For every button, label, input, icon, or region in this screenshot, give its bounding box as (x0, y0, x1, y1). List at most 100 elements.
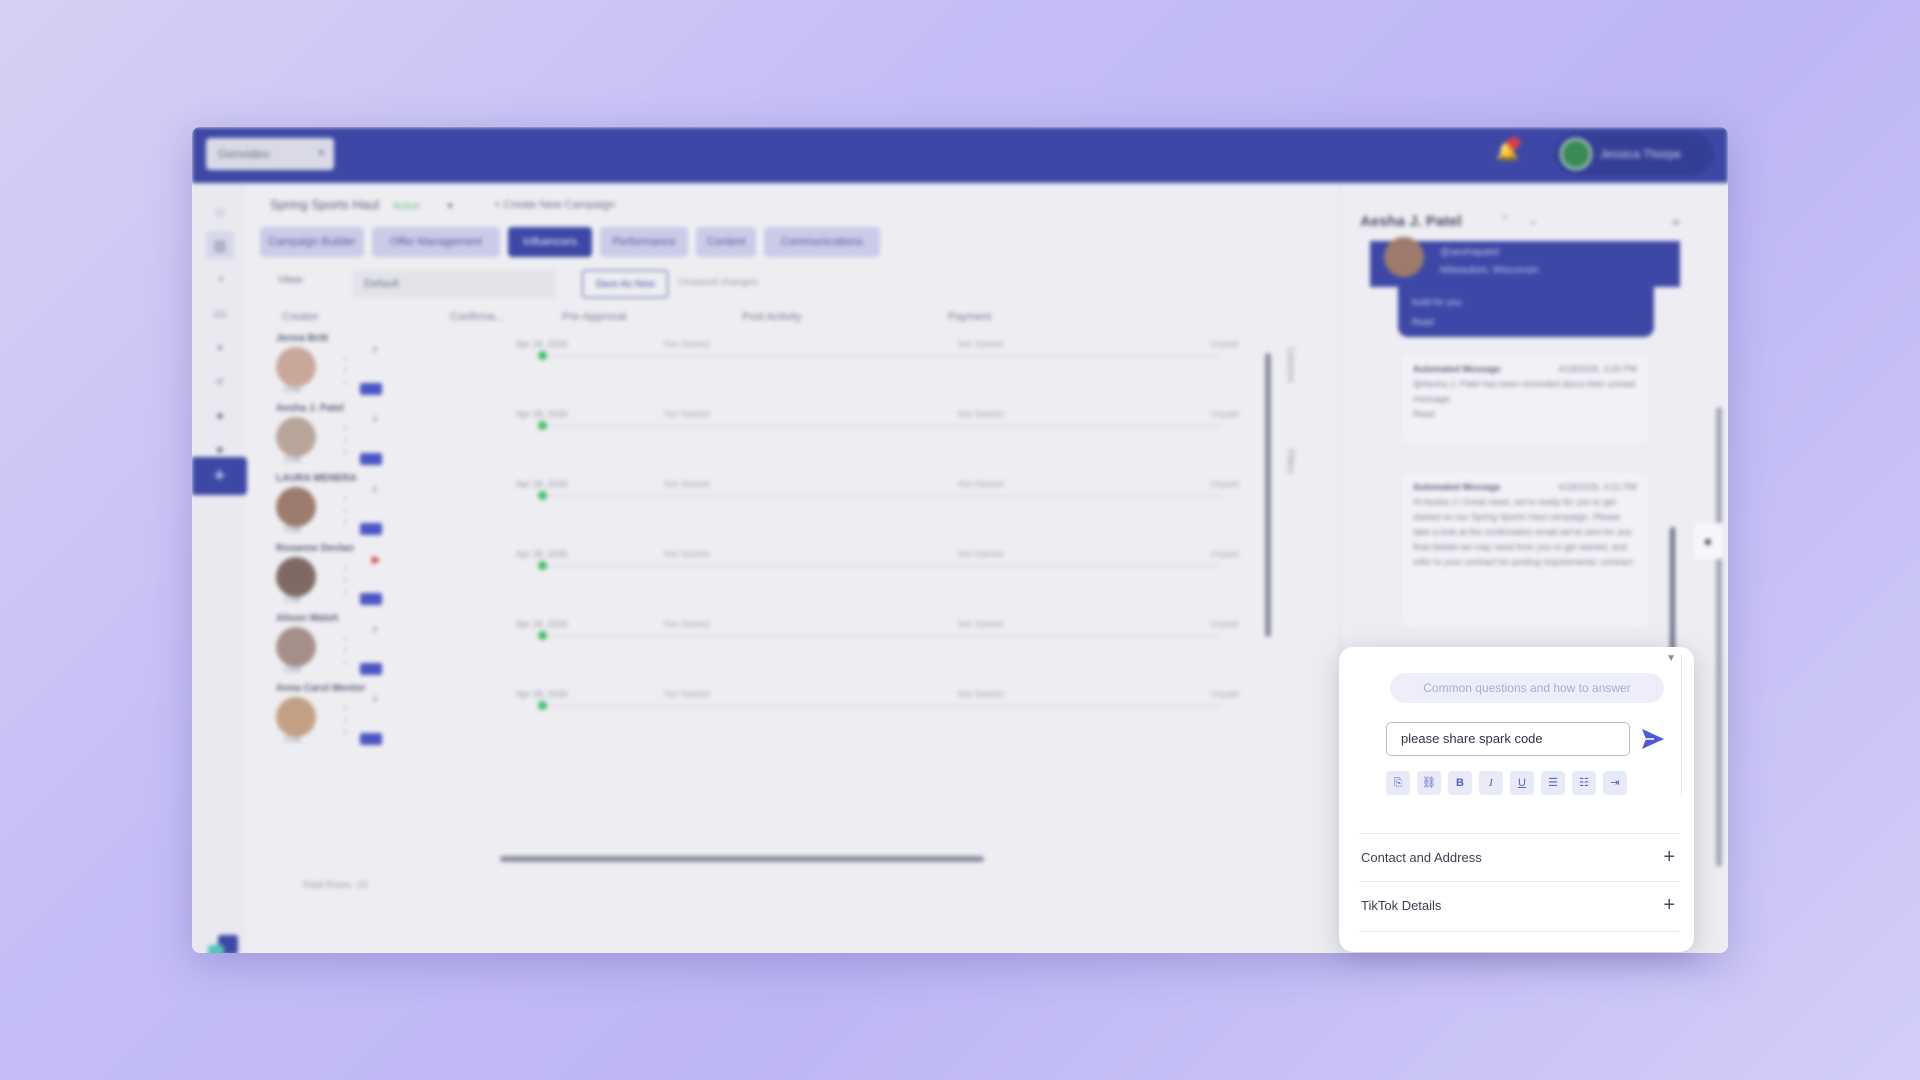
plus-icon[interactable]: + (1663, 893, 1675, 917)
progress-track (542, 495, 1222, 497)
tab-offer-management[interactable]: Offer Management (372, 227, 500, 257)
status-badge (360, 733, 382, 745)
accordion-tiktok-details[interactable]: TikTok Details + (1359, 881, 1679, 930)
influencer-table: Creator Confirma... Pre-Approval Post Ac… (260, 311, 1280, 871)
prev-next-icons[interactable]: ⌃⌄ (1500, 213, 1556, 227)
card-icon[interactable]: ▭ (206, 299, 234, 327)
vertical-scrollbar[interactable] (1265, 353, 1271, 637)
table-row[interactable]: Anna Carol Mentor ♪ ▪ ▪ ▪ Chat Apr 18, 202… (260, 683, 1260, 769)
youtube-icon: ▶ (372, 554, 381, 566)
creator-name: LAURA MENERA (276, 473, 357, 484)
user-menu[interactable]: Jessica Thorpe (1554, 133, 1714, 175)
globe-icon[interactable]: ● (206, 401, 234, 429)
column-header[interactable]: Post Activity (742, 311, 801, 323)
status-badge (360, 383, 382, 395)
accordion-contact-address[interactable]: Contact and Address + (1359, 833, 1679, 882)
add-icon[interactable]: + (192, 457, 247, 495)
creator-name: Jenna Britt (276, 333, 329, 344)
confirmation-date: Apr 18, 2026 (516, 479, 568, 489)
creator-stats: ▪ ▪ ▪ (344, 634, 347, 667)
status-badge (360, 453, 382, 465)
user-icon[interactable]: ● (1694, 523, 1722, 559)
pre-approval-status: Not Started (664, 619, 710, 629)
progress-dot (538, 631, 547, 640)
italic-icon[interactable]: I (1479, 771, 1503, 795)
pre-approval-status: Not Started (664, 689, 710, 699)
chevron-down-icon: ▾ (447, 201, 453, 212)
column-header[interactable]: Creator (282, 311, 319, 323)
send-icon[interactable] (1640, 726, 1666, 752)
message-bubble: build for you. Read (1398, 287, 1654, 337)
creator-stats: ▪ ▪ ▪ (344, 354, 347, 387)
horizontal-scrollbar[interactable] (500, 856, 984, 862)
unsaved-changes-text: Unsaved changes (678, 277, 759, 288)
progress-track (542, 635, 1222, 637)
creator-stats: ▪ ▪ ▪ (344, 704, 347, 737)
progress-track (542, 355, 1222, 357)
tab-performance[interactable]: Performance (600, 227, 688, 257)
chart-icon[interactable]: ▥ (206, 231, 234, 259)
bold-icon[interactable]: B (1448, 771, 1472, 795)
chat-link[interactable]: Chat (284, 455, 301, 464)
creator-name: Aesha J. Patel (276, 403, 344, 414)
share-icon[interactable]: < (206, 367, 234, 395)
chat-link[interactable]: Chat (284, 735, 301, 744)
confirmation-date: Apr 18, 2026 (516, 339, 568, 349)
chat-scrollbar[interactable] (1670, 527, 1675, 661)
faq-suggestion-chip[interactable]: Common questions and how to answer (1390, 673, 1664, 703)
plus-icon[interactable]: + (1663, 845, 1675, 869)
avatar (276, 417, 316, 457)
collapse-icon[interactable]: » (1672, 213, 1680, 229)
message-text: @Aesha J. Patel has been reminded about … (1413, 379, 1636, 404)
creator-name: Anna Carol Mentor (276, 683, 366, 694)
payment-status: Unpaid (1210, 339, 1239, 349)
campaign-name: Spring Sports Haul (270, 197, 380, 212)
avatar (1384, 237, 1424, 277)
pre-approval-status: Not Started (664, 409, 710, 419)
chat-link[interactable]: Chat (284, 385, 301, 394)
avatar (276, 627, 316, 667)
columns-toggle[interactable]: Columns (1286, 347, 1296, 383)
view-select[interactable]: Default (352, 270, 556, 298)
chat-link[interactable]: Chat (284, 595, 301, 604)
campaign-select[interactable]: Spring Sports Haul Active ▾ (270, 197, 453, 212)
tab-content[interactable]: Content (696, 227, 756, 257)
column-header[interactable]: Confirma... (450, 311, 504, 323)
chat-link[interactable]: Chat (284, 665, 301, 674)
message-title: Automated Message (1413, 482, 1501, 492)
tab-campaign-builder[interactable]: Campaign Builder (260, 227, 364, 257)
tab-influencers[interactable]: Influencers (508, 227, 592, 257)
brand-select-value: Genvideo (218, 147, 270, 161)
tab-communications[interactable]: Communications (764, 227, 880, 257)
column-header[interactable]: Pre-Approval (562, 311, 626, 323)
link-icon[interactable]: ⛓ (1417, 771, 1441, 795)
panel-scrollbar[interactable] (1716, 407, 1722, 867)
attach-icon[interactable]: ⎘ (1386, 771, 1410, 795)
bullet-list-icon[interactable]: ☰ (1541, 771, 1565, 795)
confirmation-date: Apr 18, 2026 (516, 689, 568, 699)
create-campaign-link[interactable]: + Create New Campaign (494, 199, 615, 211)
message-bubble: Automated Message 4/18/2026, 3:20 PM @Ae… (1400, 353, 1650, 445)
brand-select[interactable]: Genvideo ▾ (206, 138, 334, 170)
chat-icon[interactable]: ▪ (206, 333, 234, 361)
filters-toggle[interactable]: Filters (1286, 449, 1296, 474)
profile-card: @aeshapatel Milwaukee, Wisconsin (1370, 237, 1680, 287)
message-input[interactable]: please share spark code (1386, 722, 1630, 756)
indent-icon[interactable]: ⇥ (1603, 771, 1627, 795)
chat-link[interactable]: Chat (284, 525, 301, 534)
progress-track (542, 425, 1222, 427)
message-time: 4/18/2026, 3:20 PM (1558, 364, 1637, 374)
numbered-list-icon[interactable]: ☷ (1572, 771, 1596, 795)
pie-icon[interactable]: ◔ (206, 265, 234, 293)
payment-status: Unpaid (1210, 549, 1239, 559)
home-icon[interactable]: ⌂ (206, 197, 234, 225)
creator-stats: ▪ ▪ ▪ (344, 564, 347, 597)
creator-stats: ▪ ▪ ▪ (344, 494, 347, 527)
underline-icon[interactable]: U (1510, 771, 1534, 795)
chevron-down-icon[interactable]: ▼ (1666, 653, 1676, 664)
save-as-new-button[interactable]: Save As New (582, 270, 668, 298)
column-header[interactable]: Payment (948, 311, 991, 323)
pre-approval-status: Not Started (664, 339, 710, 349)
message-title: Automated Message (1413, 364, 1501, 374)
avatar (1560, 138, 1592, 170)
